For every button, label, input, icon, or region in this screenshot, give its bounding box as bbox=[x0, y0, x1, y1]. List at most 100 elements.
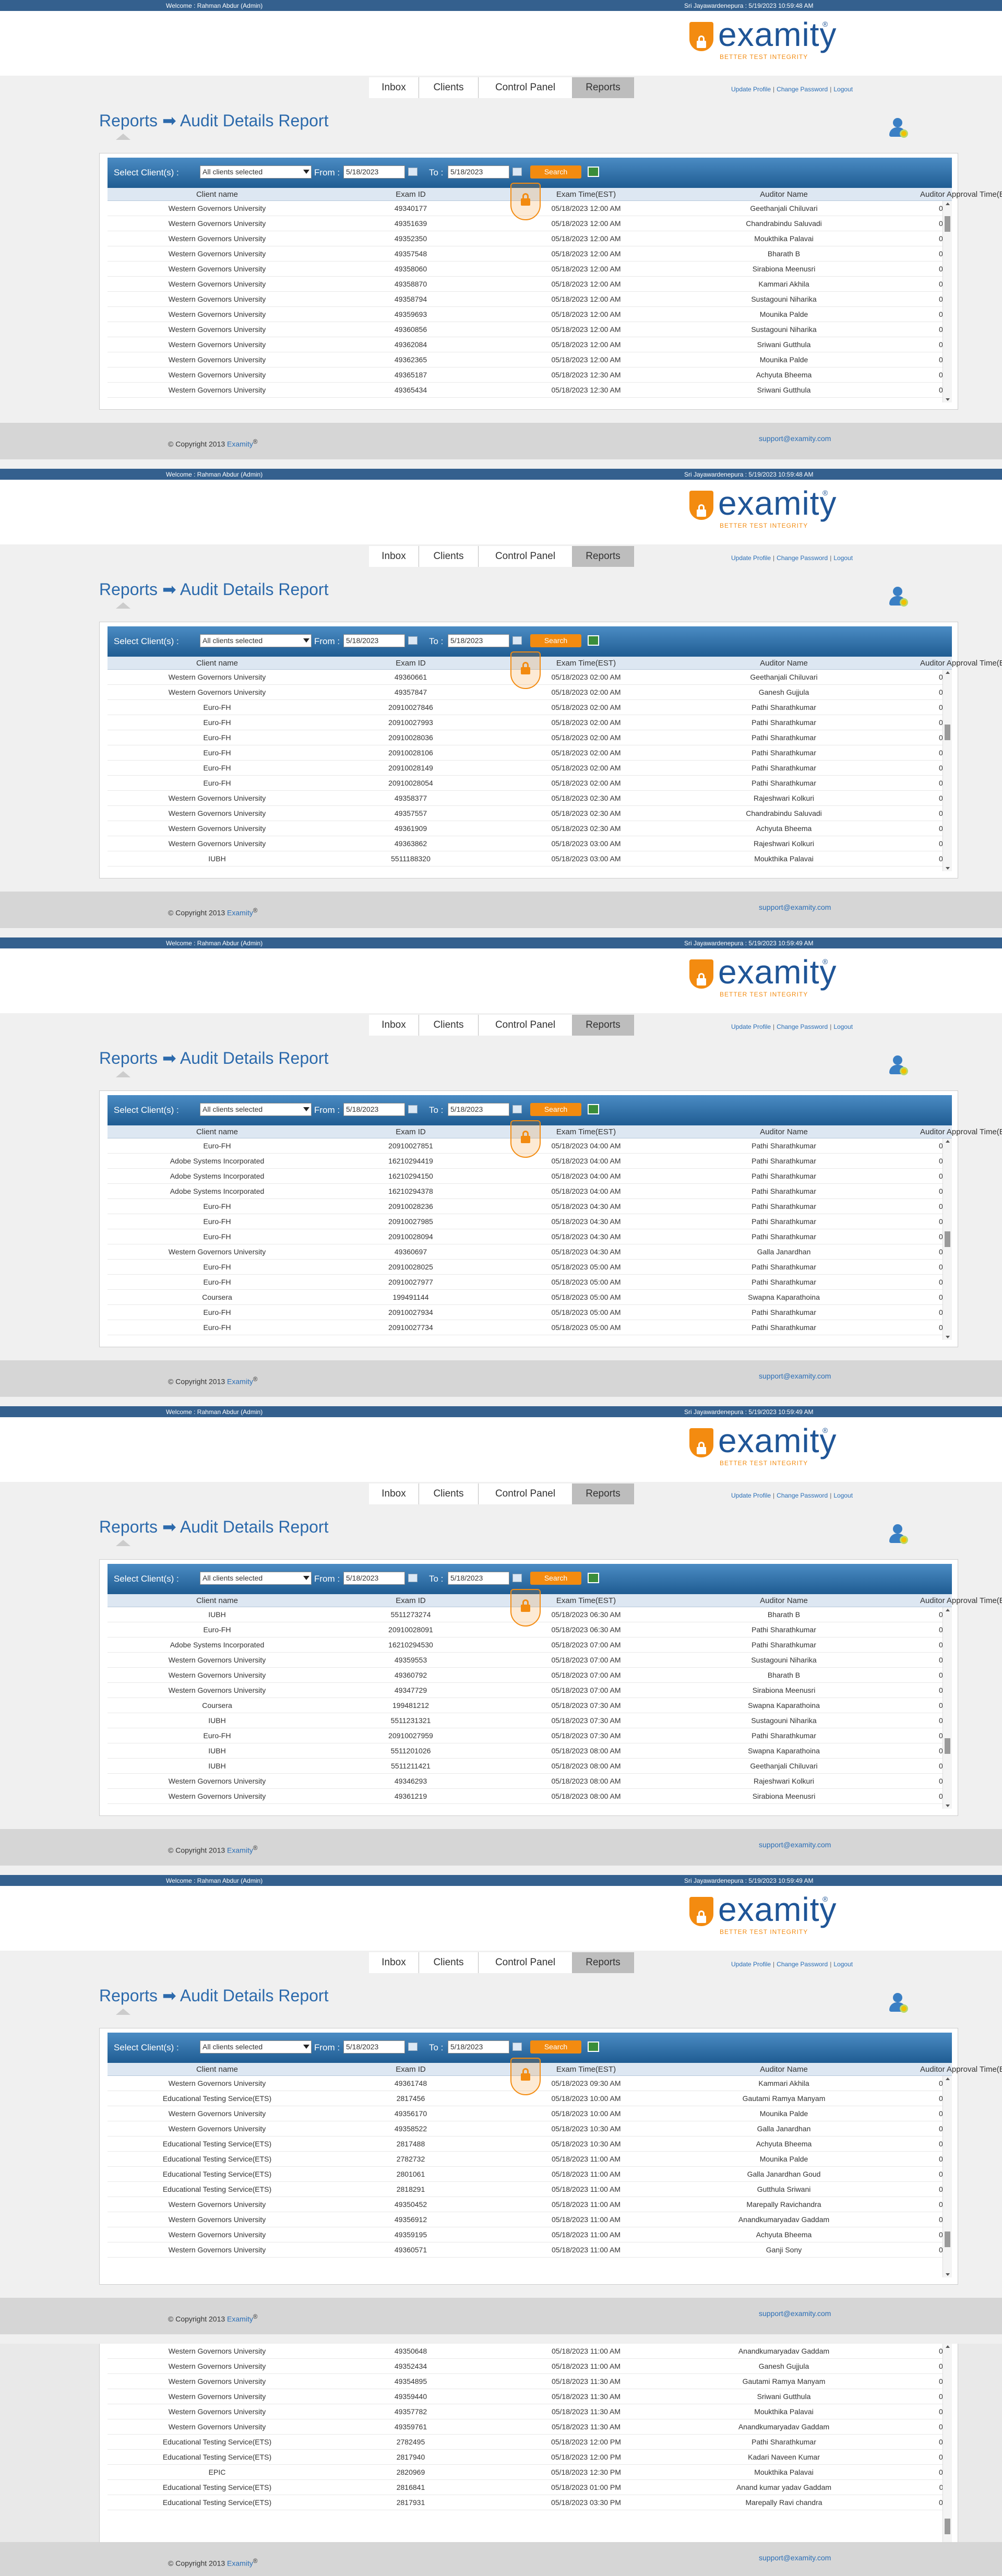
col-client-name[interactable]: Client name bbox=[108, 659, 327, 668]
user-settings-icon[interactable] bbox=[886, 1522, 909, 1545]
table-scrollbar[interactable] bbox=[943, 670, 952, 871]
support-email-link[interactable]: support@examity.com bbox=[759, 434, 831, 443]
support-email-link[interactable]: support@examity.com bbox=[759, 1372, 831, 1380]
table-row[interactable]: Euro-FH 20910027959 05/18/2023 07:30 AM Pat… bbox=[108, 1728, 943, 1743]
col-auditor-name[interactable]: Auditor Name bbox=[677, 1127, 890, 1136]
table-row[interactable]: Western Governors University 49350452 05/1… bbox=[108, 2197, 943, 2212]
scroll-down-icon[interactable] bbox=[946, 398, 950, 401]
tab-inbox[interactable]: Inbox bbox=[369, 77, 419, 98]
col-auditor-approval-time[interactable]: Auditor Approval Time(EST) bbox=[890, 1127, 1002, 1136]
scroll-thumb[interactable] bbox=[945, 216, 950, 232]
col-auditor-name[interactable]: Auditor Name bbox=[677, 659, 890, 668]
tab-control-panel[interactable]: Control Panel bbox=[479, 1952, 572, 1973]
tab-clients[interactable]: Clients bbox=[419, 77, 479, 98]
tab-control-panel[interactable]: Control Panel bbox=[479, 1015, 572, 1036]
table-row[interactable]: Western Governors University 49357557 05/1… bbox=[108, 806, 943, 821]
table-row[interactable]: Western Governors University 49359693 05/1… bbox=[108, 307, 943, 322]
table-row[interactable]: Western Governors University 49357548 05/1… bbox=[108, 246, 943, 262]
update-profile-link[interactable]: Update Profile bbox=[731, 1023, 771, 1030]
table-row[interactable]: Euro-FH 20910028025 05/18/2023 05:00 AM Pat… bbox=[108, 1260, 943, 1275]
col-exam-id[interactable]: Exam ID bbox=[327, 1596, 495, 1605]
table-row[interactable]: Western Governors University 49365187 05/1… bbox=[108, 367, 943, 383]
excel-export-icon[interactable] bbox=[588, 2041, 599, 2052]
col-client-name[interactable]: Client name bbox=[108, 1596, 327, 1605]
table-row[interactable]: Euro-FH 20910027985 05/18/2023 04:30 AM Pat… bbox=[108, 1214, 943, 1229]
table-row[interactable]: Euro-FH 20910028149 05/18/2023 02:00 AM Pat… bbox=[108, 761, 943, 776]
table-row[interactable]: Western Governors University 49360792 05/1… bbox=[108, 1668, 943, 1683]
logout-link[interactable]: Logout bbox=[833, 86, 853, 93]
calendar-icon[interactable] bbox=[408, 1574, 418, 1582]
table-row[interactable]: Adobe Systems Incorporated 16210294530 05/… bbox=[108, 1637, 943, 1653]
table-scrollbar[interactable] bbox=[943, 1607, 952, 1809]
calendar-icon[interactable] bbox=[512, 1105, 522, 1113]
tab-inbox[interactable]: Inbox bbox=[369, 546, 419, 567]
to-date-input[interactable]: 5/18/2023 bbox=[448, 1103, 509, 1116]
table-row[interactable]: Coursera 199481212 05/18/2023 07:30 AM Swap… bbox=[108, 1698, 943, 1713]
footer-brand-link[interactable]: Examity bbox=[227, 1846, 253, 1855]
table-scrollbar[interactable] bbox=[943, 2344, 952, 2547]
col-auditor-name[interactable]: Auditor Name bbox=[677, 190, 890, 199]
change-password-link[interactable]: Change Password bbox=[777, 1023, 828, 1030]
scroll-thumb[interactable] bbox=[945, 2518, 950, 2534]
table-row[interactable]: EPIC 2820969 05/18/2023 12:30 PM Moukthika … bbox=[108, 2465, 943, 2480]
client-select[interactable]: All clients selected bbox=[200, 634, 312, 647]
table-row[interactable]: Euro-FH 20910028036 05/18/2023 02:00 AM Pat… bbox=[108, 730, 943, 745]
footer-brand-link[interactable]: Examity bbox=[227, 440, 253, 448]
from-date-input[interactable]: 5/18/2023 bbox=[343, 1572, 405, 1585]
table-row[interactable]: Adobe Systems Incorporated 16210294150 05/… bbox=[108, 1169, 943, 1184]
table-row[interactable]: Euro-FH 20910028054 05/18/2023 02:00 AM Pat… bbox=[108, 776, 943, 791]
update-profile-link[interactable]: Update Profile bbox=[731, 554, 771, 562]
col-exam-id[interactable]: Exam ID bbox=[327, 190, 495, 199]
table-scrollbar[interactable] bbox=[943, 1138, 952, 1340]
search-button[interactable]: Search bbox=[530, 634, 581, 647]
footer-brand-link[interactable]: Examity bbox=[227, 909, 253, 917]
table-row[interactable]: Western Governors University 49360571 05/1… bbox=[108, 2242, 943, 2258]
col-client-name[interactable]: Client name bbox=[108, 1127, 327, 1136]
table-row[interactable]: Euro-FH 20910027993 05/18/2023 02:00 AM Pat… bbox=[108, 715, 943, 730]
scroll-down-icon[interactable] bbox=[946, 1805, 950, 1807]
to-date-input[interactable]: 5/18/2023 bbox=[448, 1572, 509, 1585]
table-row[interactable]: IUBH 5511211421 05/18/2023 08:00 AM Geethan… bbox=[108, 1759, 943, 1774]
footer-brand-link[interactable]: Examity bbox=[227, 2315, 253, 2323]
col-auditor-approval-time[interactable]: Auditor Approval Time(EST) bbox=[890, 659, 1002, 668]
tab-clients[interactable]: Clients bbox=[419, 546, 479, 567]
user-settings-icon[interactable] bbox=[886, 585, 909, 608]
search-button[interactable]: Search bbox=[530, 165, 581, 179]
table-row[interactable]: Educational Testing Service(ETS) 2817940 0… bbox=[108, 2450, 943, 2465]
client-select[interactable]: All clients selected bbox=[200, 1103, 312, 1116]
table-row[interactable]: Educational Testing Service(ETS) 2801061 0… bbox=[108, 2167, 943, 2182]
from-date-input[interactable]: 5/18/2023 bbox=[343, 2040, 405, 2053]
examity-logo[interactable]: examity ® BETTER TEST INTEGRITY bbox=[689, 15, 837, 67]
scroll-thumb[interactable] bbox=[945, 2231, 950, 2247]
col-exam-id[interactable]: Exam ID bbox=[327, 1127, 495, 1136]
table-row[interactable]: Western Governors University 49360697 05/1… bbox=[108, 1244, 943, 1260]
update-profile-link[interactable]: Update Profile bbox=[731, 1961, 771, 1968]
update-profile-link[interactable]: Update Profile bbox=[731, 1492, 771, 1499]
table-row[interactable]: Educational Testing Service(ETS) 2782732 0… bbox=[108, 2152, 943, 2167]
logout-link[interactable]: Logout bbox=[833, 1492, 853, 1499]
table-row[interactable]: Western Governors University 49356912 05/1… bbox=[108, 2212, 943, 2227]
table-row[interactable]: Adobe Systems Incorporated 16210294378 05/… bbox=[108, 1184, 943, 1199]
logout-link[interactable]: Logout bbox=[833, 554, 853, 562]
examity-logo[interactable]: examity ® BETTER TEST INTEGRITY bbox=[689, 952, 837, 1004]
scroll-up-icon[interactable] bbox=[946, 1140, 950, 1143]
scroll-thumb[interactable] bbox=[945, 1231, 950, 1247]
table-row[interactable]: Euro-FH 20910027846 05/18/2023 02:00 AM Pat… bbox=[108, 700, 943, 715]
tab-reports[interactable]: Reports bbox=[572, 1015, 634, 1036]
table-row[interactable]: Western Governors University 49354895 05/1… bbox=[108, 2374, 943, 2389]
user-settings-icon[interactable] bbox=[886, 1053, 909, 1076]
footer-brand-link[interactable]: Examity bbox=[227, 1378, 253, 1386]
table-row[interactable]: Western Governors University 49347729 05/1… bbox=[108, 1683, 943, 1698]
tab-reports[interactable]: Reports bbox=[572, 1483, 634, 1504]
scroll-up-icon[interactable] bbox=[946, 2345, 950, 2348]
scroll-up-icon[interactable] bbox=[946, 671, 950, 674]
support-email-link[interactable]: support@examity.com bbox=[759, 2554, 831, 2562]
calendar-icon[interactable] bbox=[408, 1105, 418, 1113]
user-settings-icon[interactable] bbox=[886, 116, 909, 139]
support-email-link[interactable]: support@examity.com bbox=[759, 2309, 831, 2318]
table-row[interactable]: Educational Testing Service(ETS) 2817488 0… bbox=[108, 2136, 943, 2152]
footer-brand-link[interactable]: Examity bbox=[227, 2559, 253, 2568]
table-row[interactable]: IUBH 5511188320 05/18/2023 03:00 AM Moukthi… bbox=[108, 851, 943, 866]
table-row[interactable]: Western Governors University 49357782 05/1… bbox=[108, 2404, 943, 2419]
table-row[interactable]: Western Governors University 49361219 05/1… bbox=[108, 1789, 943, 1804]
